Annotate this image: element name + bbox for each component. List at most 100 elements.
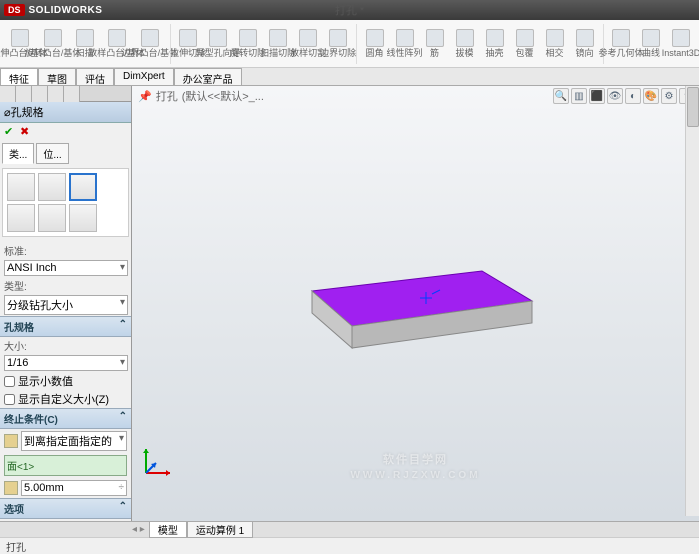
app-brand: SOLIDWORKS: [29, 5, 103, 16]
crumb-doc[interactable]: 打孔: [156, 88, 178, 104]
ribbon-icon: [576, 29, 594, 47]
ribbon-旋转切除[interactable]: 旋转切除: [234, 27, 262, 60]
hole-type-5[interactable]: [38, 204, 66, 232]
near-checkbox-row[interactable]: 近端锥孔(S): [0, 519, 131, 521]
end-mode-dropdown[interactable]: 到离指定面指定的: [21, 431, 127, 451]
bottom-tab-模型[interactable]: 模型: [149, 521, 187, 538]
hide-show-icon[interactable]: ◐: [625, 88, 641, 104]
ribbon-线性阵列[interactable]: 线性阵列: [391, 27, 419, 60]
position-subtab[interactable]: 位...: [36, 143, 68, 164]
direction-icon[interactable]: [4, 434, 18, 448]
hole-type-4[interactable]: [7, 204, 35, 232]
document-title: 打孔 *: [335, 2, 364, 18]
ok-button[interactable]: ✔: [4, 125, 18, 139]
ribbon-异型孔向导[interactable]: 异型孔向导: [204, 27, 232, 60]
ribbon-icon: [299, 29, 317, 47]
size-dropdown[interactable]: 1/16: [4, 355, 128, 371]
ribbon-放样切割[interactable]: 放样切割: [294, 27, 322, 60]
ribbon-label: Instant3D: [662, 48, 699, 58]
feature-tree-tabs: [0, 86, 131, 102]
ribbon-icon: [44, 29, 62, 47]
dim-tab[interactable]: [48, 86, 64, 102]
scene-icon[interactable]: ⚙: [661, 88, 677, 104]
ribbon-label: 镜向: [576, 48, 594, 58]
ribbon-icon: [672, 29, 690, 47]
ribbon-icon: [366, 29, 384, 47]
type-dropdown[interactable]: 分级钻孔大小: [4, 295, 128, 315]
panel-subtabs: 类... 位...: [0, 141, 131, 166]
search-icon[interactable]: 🔍: [553, 88, 569, 104]
hole-type-grid: [2, 168, 129, 237]
panel-title: 孔规格: [11, 104, 44, 120]
orientation-triad[interactable]: [138, 441, 178, 481]
ribbon-icon: [516, 29, 534, 47]
ribbon-icon: [329, 29, 347, 47]
section-icon[interactable]: ▥: [571, 88, 587, 104]
watermark: 软件目学网 WWW.RJZXW.COM: [350, 438, 480, 481]
ribbon-icon: [239, 29, 257, 47]
config-tab[interactable]: [32, 86, 48, 102]
ribbon-旋转凸台/基体[interactable]: 旋转凸台/基体: [37, 27, 68, 60]
ribbon-相交[interactable]: 相交: [541, 27, 569, 60]
hole-type-6[interactable]: [69, 204, 97, 232]
ribbon-拔模[interactable]: 拔模: [451, 27, 479, 60]
decimal-checkbox[interactable]: [4, 376, 15, 387]
ribbon-icon: [76, 29, 94, 47]
cancel-button[interactable]: ✖: [20, 125, 34, 139]
tab-DimXpert[interactable]: DimXpert: [114, 68, 174, 85]
distance-input[interactable]: 5.00mm: [21, 480, 127, 496]
custom-checkbox[interactable]: [4, 394, 15, 405]
tab-评估[interactable]: 评估: [76, 68, 114, 85]
display-style-icon[interactable]: 👁: [607, 88, 623, 104]
ribbon-扫描切除[interactable]: 扫描切除: [264, 27, 292, 60]
ribbon-label: 相交: [546, 48, 564, 58]
ribbon-镜向[interactable]: 镜向: [571, 27, 599, 60]
hole-type-3[interactable]: [69, 173, 97, 201]
ribbon-边界凸台/基体[interactable]: 边界凸台/基体: [134, 27, 165, 60]
hole-icon: ⌀: [4, 106, 11, 119]
status-bar: 打孔: [0, 537, 699, 553]
ribbon-label: 拔模: [456, 48, 474, 58]
model-geometry[interactable]: [302, 236, 542, 376]
ribbon-抽壳[interactable]: 抽壳: [481, 27, 509, 60]
face-selection[interactable]: 面<1>: [4, 455, 127, 476]
tab-办公室产品[interactable]: 办公室产品: [174, 68, 242, 85]
ribbon-label: 线性阵列: [387, 48, 423, 58]
ribbon-label: 圆角: [366, 48, 384, 58]
standard-label: 标准:: [0, 242, 131, 259]
hole-type-1[interactable]: [7, 173, 35, 201]
appearance-icon[interactable]: 🎨: [643, 88, 659, 104]
decimal-checkbox-row[interactable]: 显示小数值: [0, 372, 131, 390]
feature-tab[interactable]: [0, 86, 16, 102]
type-subtab[interactable]: 类...: [2, 143, 34, 164]
spec-section-header[interactable]: 孔规格: [0, 316, 131, 337]
ribbon-label: 抽壳: [486, 48, 504, 58]
tab-特征[interactable]: 特征: [0, 68, 38, 85]
bottom-tabs: ◂ ▸ 模型运动算例 1: [0, 521, 699, 537]
crumb-config[interactable]: (默认<<默认>_...: [182, 88, 264, 104]
custom-checkbox-row[interactable]: 显示自定义大小(Z): [0, 390, 131, 408]
graphics-viewport[interactable]: 📌 打孔 (默认<<默认>_... 🔍▥⬛👁◐🎨⚙▾: [132, 86, 699, 521]
property-tab[interactable]: [16, 86, 32, 102]
ribbon-icon: [546, 29, 564, 47]
bottom-tab-运动算例 1[interactable]: 运动算例 1: [187, 521, 253, 538]
vertical-scrollbar[interactable]: [685, 86, 699, 516]
property-manager: ⌀ 孔规格 ✔ ✖ 类... 位... 标准: ANSI Inch 类型: 分级…: [0, 86, 132, 521]
standard-dropdown[interactable]: ANSI Inch: [4, 260, 128, 276]
size-label: 大小:: [0, 337, 131, 354]
tab-草图[interactable]: 草图: [38, 68, 76, 85]
ribbon-Instant3D[interactable]: Instant3D: [667, 27, 695, 60]
options-section-header[interactable]: 选项: [0, 498, 131, 519]
hole-type-2[interactable]: [38, 173, 66, 201]
ribbon-边界切除[interactable]: 边界切除: [324, 27, 352, 60]
orientation-icon[interactable]: ⬛: [589, 88, 605, 104]
ribbon-包覆[interactable]: 包覆: [511, 27, 539, 60]
end-section-header[interactable]: 终止条件(C): [0, 408, 131, 429]
ribbon-参考几何体[interactable]: 参考几何体: [607, 27, 635, 60]
ribbon-圆角[interactable]: 圆角: [361, 27, 389, 60]
pin-icon[interactable]: 📌: [138, 90, 152, 103]
ribbon-label: 边界切除: [320, 48, 356, 58]
breadcrumb: 📌 打孔 (默认<<默认>_...: [138, 88, 264, 104]
ribbon-筋[interactable]: 筋: [421, 27, 449, 60]
display-tab[interactable]: [64, 86, 80, 102]
